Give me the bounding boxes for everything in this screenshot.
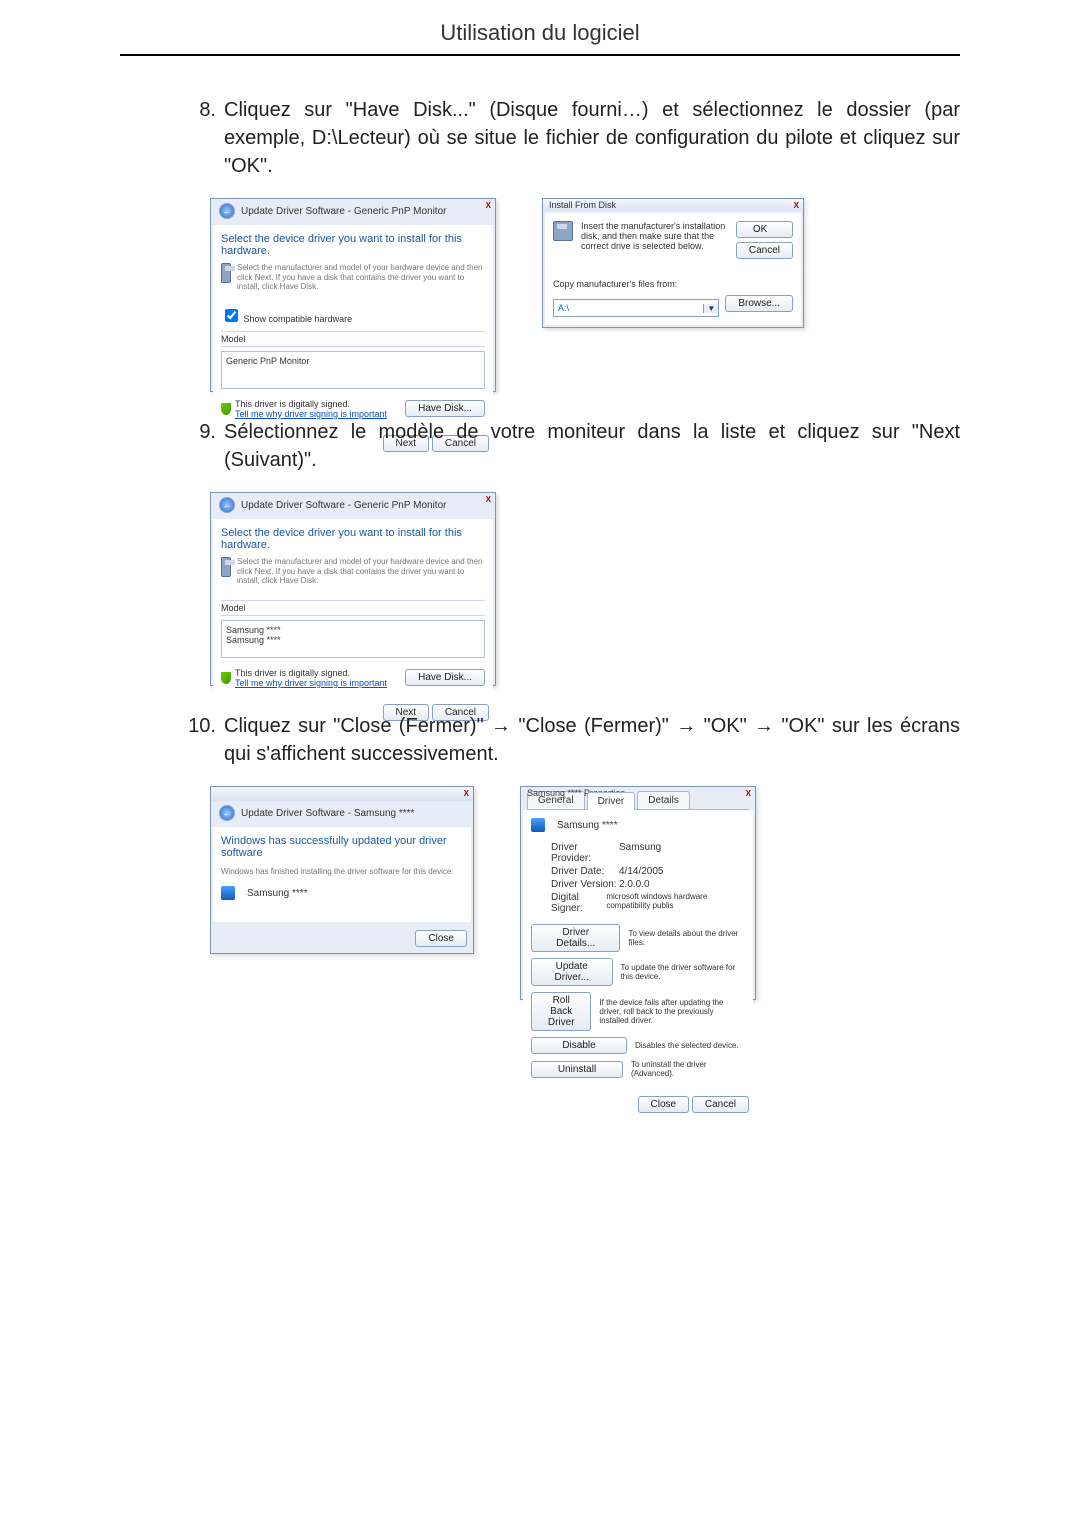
model-header: Model <box>221 600 485 616</box>
step-9: 9. Sélectionnez le modèle de votre monit… <box>180 418 960 474</box>
dropdown-icon[interactable]: ▼ <box>703 304 718 313</box>
page-title: Utilisation du logiciel <box>120 20 960 56</box>
hint: Select the manufacturer and model of you… <box>237 263 485 292</box>
path-value: A:\ <box>554 303 703 313</box>
heading: Windows has successfully updated your dr… <box>221 835 463 859</box>
hint: Select the manufacturer and model of you… <box>237 557 485 586</box>
step-9-text: Sélectionnez le modèle de votre moniteur… <box>224 418 960 474</box>
step-10: 10. Cliquez sur "Close (Fermer)" → "Clos… <box>180 712 960 768</box>
disk-icon <box>221 263 231 283</box>
have-disk-button[interactable]: Have Disk... <box>405 400 485 417</box>
dialog-title: Update Driver Software - Samsung **** <box>241 808 414 819</box>
step-8: 8. Cliquez sur "Have Disk..." (Disque fo… <box>180 96 960 180</box>
dialog-device-properties: Samsung **** PropertiesX General Driver … <box>520 786 756 1000</box>
step-10-text: Cliquez sur "Close (Fermer)" → "Close (F… <box>224 712 960 768</box>
close-icon[interactable]: X <box>794 201 799 210</box>
step-8-number: 8. <box>180 96 216 180</box>
dialog-title: Install From Disk <box>549 200 616 210</box>
instruction: Insert the manufacturer's installation d… <box>581 221 728 259</box>
prop-version-label: Driver Version: <box>551 879 619 890</box>
dialog-install-from-disk: Install From Disk X Insert the manufactur… <box>542 198 804 328</box>
path-combo[interactable]: A:\▼ <box>553 299 719 317</box>
model-item[interactable]: Samsung **** <box>226 625 480 635</box>
ok-button[interactable]: OK <box>736 221 793 238</box>
update-driver-text: To update the driver software for this d… <box>621 963 745 981</box>
model-list[interactable]: Generic PnP Monitor <box>221 351 485 389</box>
cancel-button[interactable]: Cancel <box>692 1096 749 1113</box>
roll-back-text: If the device fails after updating the d… <box>599 998 745 1025</box>
update-driver-button[interactable]: Update Driver... <box>531 958 613 986</box>
have-disk-button[interactable]: Have Disk... <box>405 669 485 686</box>
close-icon[interactable]: X <box>464 789 469 798</box>
show-compatible-checkbox[interactable] <box>225 309 238 322</box>
shield-icon <box>221 403 231 415</box>
disk-icon <box>553 221 573 241</box>
prop-date: 4/14/2005 <box>619 866 664 877</box>
dialog-update-driver: X ← Update Driver Software - Generic PnP … <box>210 198 496 392</box>
dialog-title: Update Driver Software - Generic PnP Mon… <box>241 500 446 511</box>
dialog-update-success: X ← Update Driver Software - Samsung ****… <box>210 786 474 954</box>
device-name: Samsung **** <box>557 820 618 831</box>
prop-version: 2.0.0.0 <box>619 879 650 890</box>
dialog-select-model: X ← Update Driver Software - Generic PnP … <box>210 492 496 686</box>
driver-details-text: To view details about the driver files. <box>628 929 745 947</box>
signed-text: This driver is digitally signed. <box>235 399 387 409</box>
model-item[interactable]: Generic PnP Monitor <box>226 356 309 366</box>
titlebar: X <box>211 787 473 801</box>
uninstall-text: To uninstall the driver (Advanced). <box>631 1060 745 1078</box>
disk-icon <box>221 557 231 577</box>
signed-text: This driver is digitally signed. <box>235 668 387 678</box>
disable-text: Disables the selected device. <box>635 1041 739 1050</box>
close-icon[interactable]: X <box>746 789 751 798</box>
titlebar: Install From Disk X <box>543 199 803 211</box>
copy-from-label: Copy manufacturer's files from: <box>553 279 793 289</box>
back-arrow-icon[interactable]: ← <box>219 497 235 513</box>
prop-provider: Samsung <box>619 842 661 864</box>
driver-details-button[interactable]: Driver Details... <box>531 924 620 952</box>
model-list[interactable]: Samsung **** Samsung **** <box>221 620 485 658</box>
heading: Select the device driver you want to ins… <box>221 233 485 257</box>
browse-button[interactable]: Browse... <box>725 295 793 312</box>
prop-signer: microsoft windows hardware compatibility… <box>606 892 745 914</box>
prop-provider-label: Driver Provider: <box>551 842 619 864</box>
cancel-button[interactable]: Cancel <box>736 242 793 259</box>
close-icon[interactable]: X <box>486 495 491 504</box>
model-item[interactable]: Samsung **** <box>226 635 480 645</box>
close-button[interactable]: Close <box>415 930 467 947</box>
tell-me-link[interactable]: Tell me why driver signing is important <box>235 678 387 688</box>
heading: Select the device driver you want to ins… <box>221 527 485 551</box>
step-8-text: Cliquez sur "Have Disk..." (Disque fourn… <box>224 96 960 180</box>
step-10-number: 10. <box>180 712 216 768</box>
shield-icon <box>221 672 231 684</box>
monitor-icon <box>221 886 235 900</box>
prop-signer-label: Digital Signer: <box>551 892 606 914</box>
tab-details[interactable]: Details <box>637 791 690 809</box>
monitor-icon <box>531 818 545 832</box>
disable-button[interactable]: Disable <box>531 1037 627 1054</box>
sub: Windows has finished installing the driv… <box>221 867 463 876</box>
step-9-number: 9. <box>180 418 216 474</box>
model-header: Model <box>221 331 485 347</box>
device-name: Samsung **** <box>247 888 308 899</box>
prop-date-label: Driver Date: <box>551 866 619 877</box>
close-icon[interactable]: X <box>486 201 491 210</box>
back-arrow-icon[interactable]: ← <box>219 203 235 219</box>
show-compatible-label: Show compatible hardware <box>244 314 353 324</box>
dialog-title: Update Driver Software - Generic PnP Mon… <box>241 206 446 217</box>
tab-driver[interactable]: Driver <box>587 792 636 810</box>
back-arrow-icon[interactable]: ← <box>219 805 235 821</box>
close-button[interactable]: Close <box>638 1096 690 1113</box>
roll-back-button[interactable]: Roll Back Driver <box>531 992 591 1031</box>
uninstall-button[interactable]: Uninstall <box>531 1061 623 1078</box>
